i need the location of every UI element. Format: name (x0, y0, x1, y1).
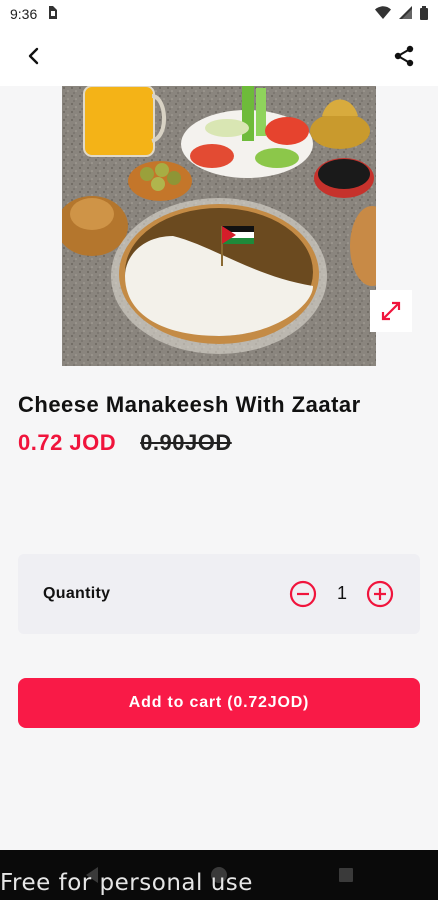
signal-icon (399, 6, 412, 22)
expand-icon (381, 301, 401, 321)
share-icon (394, 45, 414, 67)
increase-quantity-button[interactable] (366, 580, 394, 608)
battery-icon (420, 5, 428, 23)
status-time: 9:36 (10, 6, 38, 22)
wifi-icon (375, 6, 391, 22)
share-button[interactable] (386, 38, 422, 74)
minus-circle-icon (289, 580, 317, 608)
status-bar: 9:36 (0, 0, 438, 28)
product-title: Cheese Manakeesh With Zaatar (18, 392, 361, 417)
app-bar (0, 28, 438, 86)
old-price: 0.90JOD (140, 430, 232, 455)
back-button[interactable] (16, 38, 52, 74)
sim-card-icon (47, 6, 58, 22)
nav-recents-button[interactable] (338, 867, 354, 888)
watermark-text: Free for personal use (0, 870, 253, 896)
expand-image-button[interactable] (370, 290, 412, 332)
square-recents-icon (339, 868, 353, 882)
price-row: 0.72 JOD 0.90JOD (18, 430, 232, 456)
current-price: 0.72 JOD (18, 430, 117, 455)
quantity-card: Quantity 1 (18, 554, 420, 634)
quantity-label: Quantity (43, 585, 111, 602)
plus-circle-icon (366, 580, 394, 608)
product-image (62, 86, 376, 366)
quantity-value: 1 (336, 583, 347, 603)
status-icons (375, 5, 428, 23)
chevron-left-icon (28, 47, 39, 65)
decrease-quantity-button[interactable] (289, 580, 317, 608)
add-to-cart-button[interactable]: Add to cart (0.72JOD) (18, 678, 420, 728)
